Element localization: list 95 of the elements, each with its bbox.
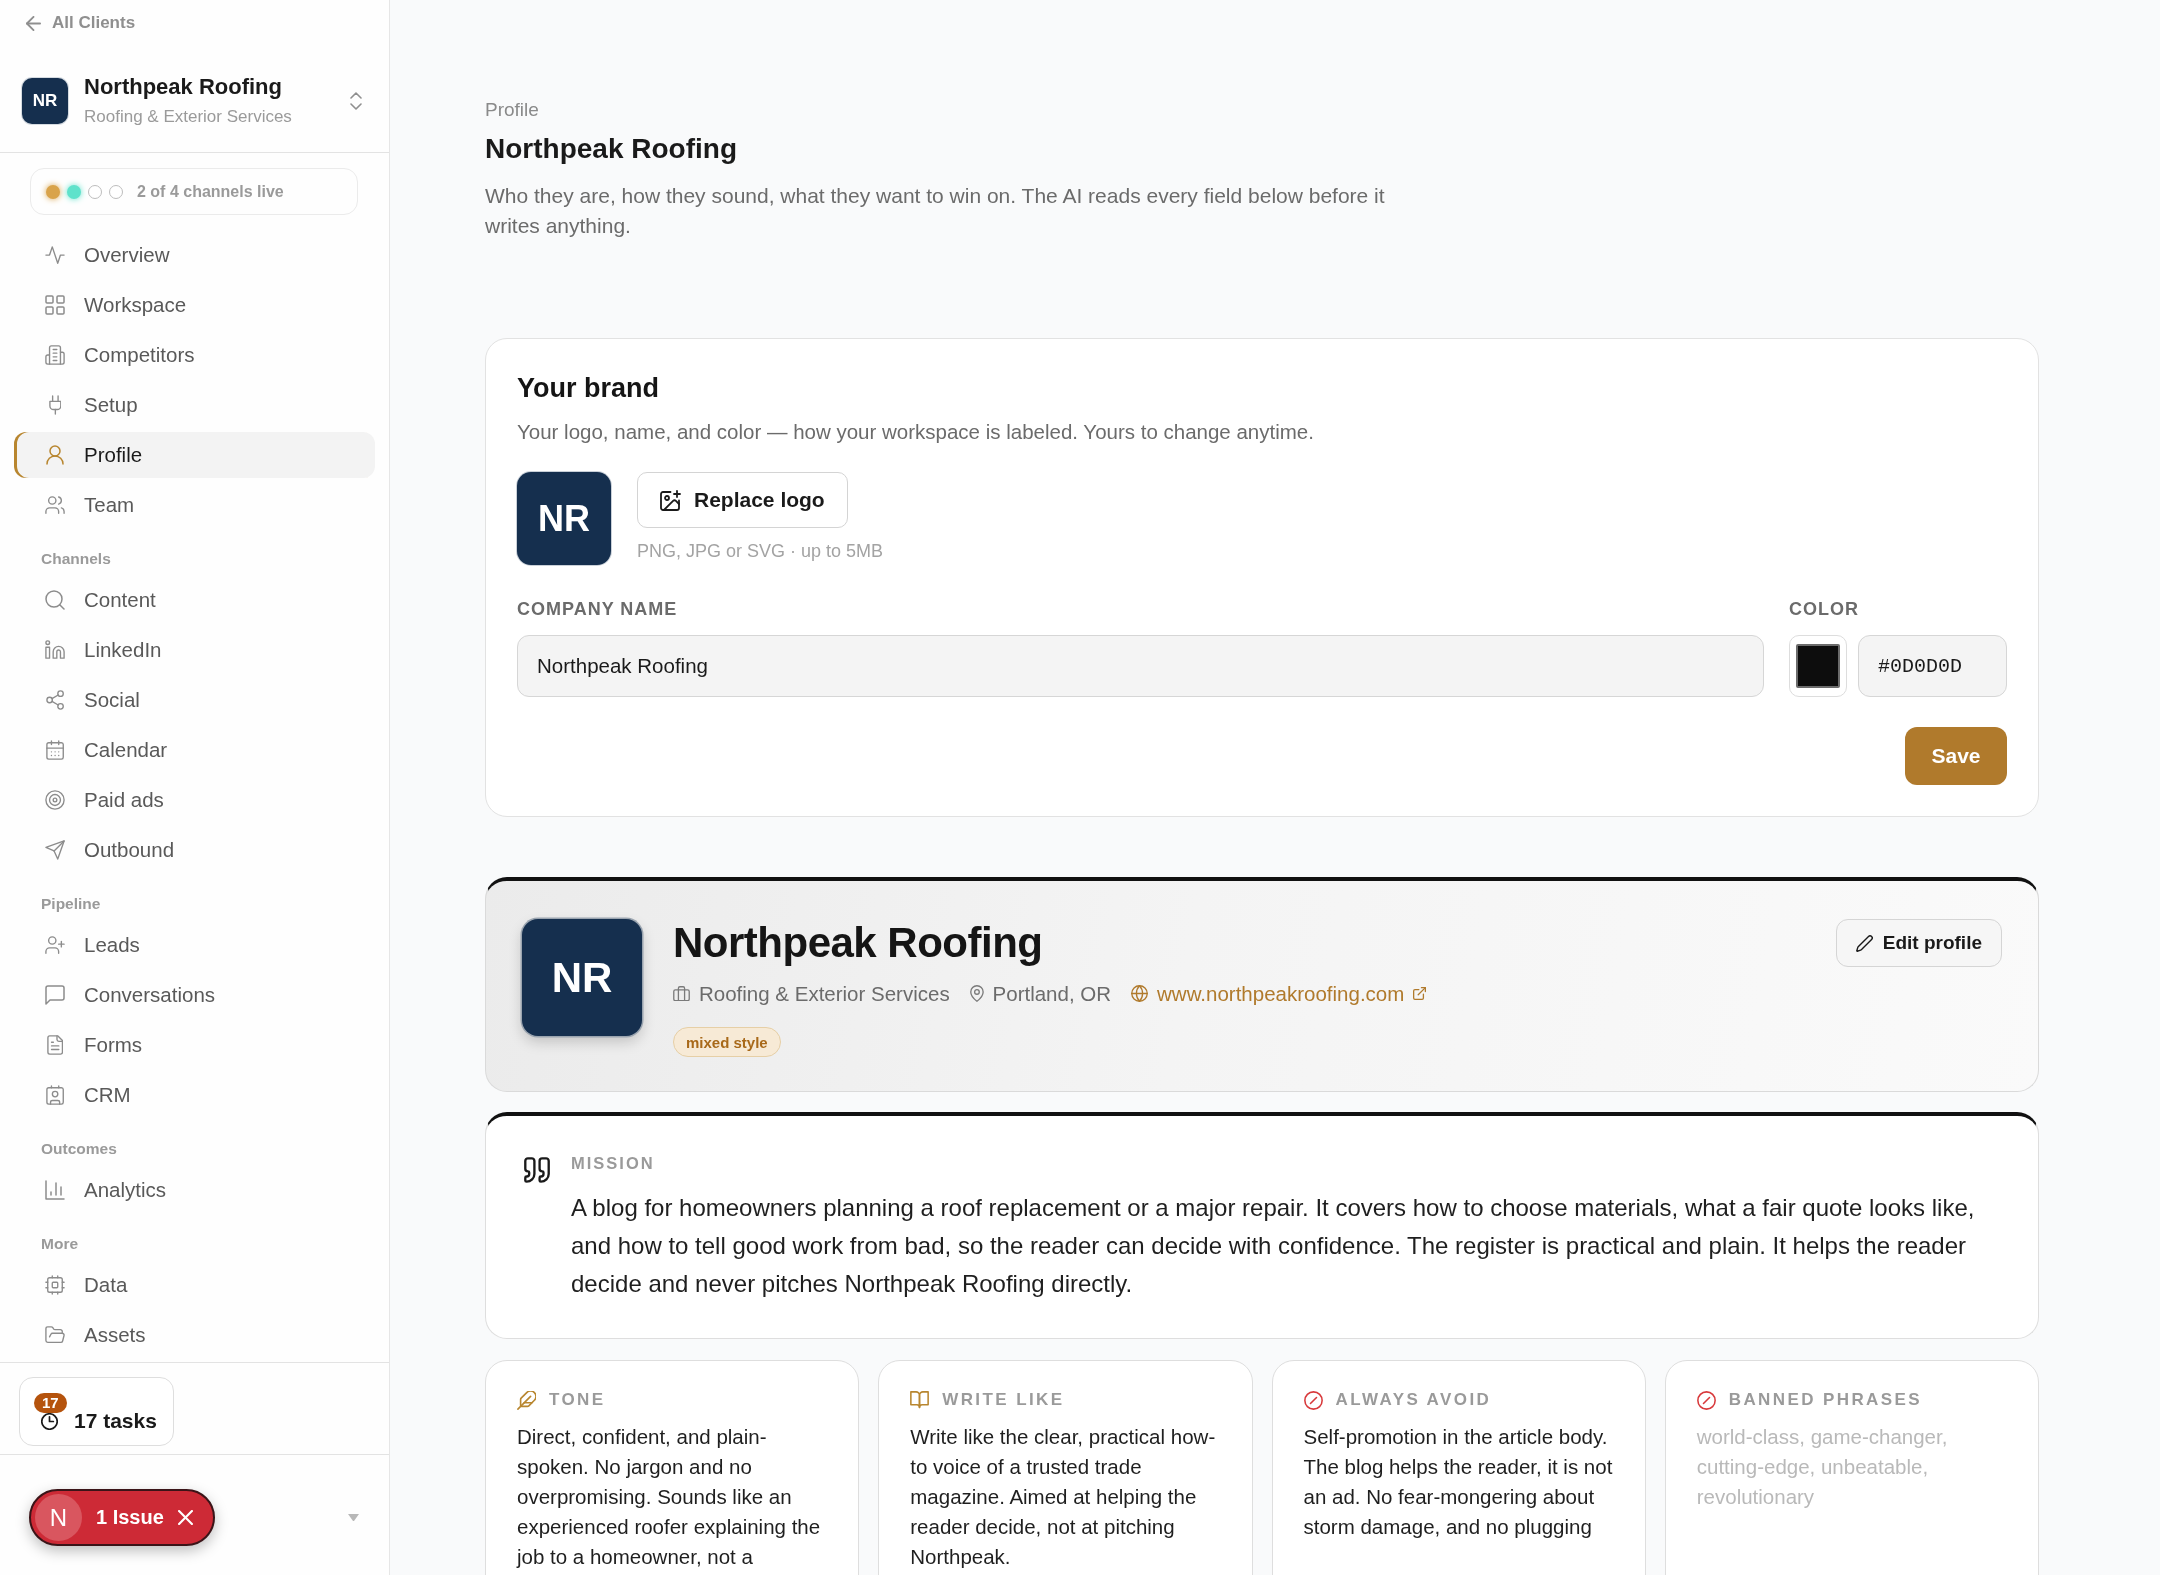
upload-hint: PNG, JPG or SVG · up to 5MB [637, 540, 884, 562]
pulse-icon [45, 245, 65, 265]
card-label: ALWAYS AVOID [1335, 1390, 1492, 1410]
section-heading: Outcomes [41, 1139, 117, 1159]
globe-icon [1131, 985, 1149, 1002]
card-subtitle: Your logo, name, and color — how your workspace is labeled. Yours to change anytime. [517, 419, 1315, 445]
nav-item[interactable]: Paid ads [14, 777, 375, 823]
nav-item[interactable]: Overview [14, 232, 375, 278]
guideline-text: Self-promotion in the article body. The blog helps the reader, it is not an ad. No fear-mongering about storm damage, and no plugging [1303, 1424, 1614, 1540]
company-name-input[interactable]: Northpeak Roofing [517, 635, 1764, 697]
search-icon [45, 590, 65, 610]
issues-button[interactable]: 1 Issue [96, 1506, 164, 1529]
replace-logo-button[interactable]: Replace logo [637, 472, 848, 528]
caret-down-icon[interactable] [348, 1513, 359, 1522]
field-label: COLOR [1789, 598, 1859, 620]
ban-icon [1303, 1390, 1323, 1410]
chat-bubble-icon [45, 985, 65, 1005]
hex-color-input[interactable]: #0D0D0D [1858, 635, 2007, 697]
industry-text: Roofing & Exterior Services [699, 981, 950, 1007]
nav-item[interactable]: Analytics [14, 1167, 375, 1213]
location-text: Portland, OR [992, 981, 1112, 1007]
add-person-icon [45, 935, 65, 955]
nav-item[interactable]: Conversations [14, 972, 375, 1018]
count-badge: 17 [34, 1393, 67, 1413]
style-tag: mixed style [673, 1027, 781, 1057]
nav-item[interactable]: Setup [14, 382, 375, 428]
nav-item[interactable]: Competitors [14, 332, 375, 378]
nav-item[interactable]: Social [14, 677, 375, 723]
logo-preview: NR [517, 472, 611, 565]
briefcase-icon [673, 985, 690, 1002]
section-heading: Channels [41, 549, 111, 569]
section-heading: Pipeline [41, 894, 101, 914]
nav-item[interactable]: Assets [14, 1312, 375, 1358]
calendar-icon [45, 740, 65, 760]
folder-icon [45, 1326, 65, 1344]
dev-tools-logo: N [35, 1494, 82, 1541]
ban-icon [1696, 1390, 1716, 1410]
section-label: MISSION [571, 1153, 655, 1173]
save-button[interactable]: Save [1905, 727, 2007, 785]
client-logo: NR [22, 77, 68, 124]
card-label: TONE [549, 1390, 606, 1410]
close-icon[interactable] [177, 1510, 193, 1525]
bar-chart-icon [45, 1180, 65, 1200]
map-pin-icon [969, 985, 984, 1002]
guideline-text: Write like the clear, practical how-to voice of a trusted trade magazine. Aimed at helping the reader decide, not at pitching Northpeak. [910, 1424, 1217, 1570]
client-name: Northpeak Roofing [84, 74, 283, 100]
company-name: Northpeak Roofing [673, 919, 1043, 967]
nav-item[interactable]: LinkedIn [14, 627, 375, 673]
nav-item[interactable]: Outbound [14, 827, 375, 873]
paper-plane-icon [45, 840, 65, 860]
plug-icon [48, 395, 62, 415]
open-book-icon [910, 1391, 930, 1409]
building-icon [45, 345, 65, 365]
arrow-left-icon [26, 15, 41, 31]
channel-status-text: 2 of 4 channels live [137, 182, 284, 201]
pencil-icon [1855, 934, 1873, 952]
people-icon [45, 495, 65, 515]
document-icon [46, 1035, 64, 1055]
nav-item[interactable]: Content [14, 577, 375, 623]
guideline-text: Direct, confident, and plain-spoken. No jargon and no overpromising. Sounds like an experienced roofer explaining the job to a homeowner, not a [517, 1424, 822, 1570]
grid-icon [45, 295, 65, 315]
card-title: Your brand [517, 372, 660, 404]
linkedin-icon [45, 640, 65, 660]
client-industry: Roofing & Exterior Services [84, 106, 293, 127]
nav-item[interactable]: Forms [14, 1022, 375, 1068]
nav-item[interactable]: CRM [14, 1072, 375, 1118]
color-swatch-button[interactable] [1789, 635, 1847, 697]
image-add-icon [660, 489, 681, 511]
nav-item[interactable]: Calendar [14, 727, 375, 773]
page-title: Northpeak Roofing [485, 132, 737, 166]
share-icon [45, 690, 65, 710]
section-heading: More [41, 1234, 79, 1254]
nav-item[interactable]: Workspace [14, 282, 375, 328]
page-eyebrow: Profile [485, 98, 539, 121]
nav-item[interactable]: Profile [14, 432, 375, 478]
edit-profile-button[interactable]: Edit profile [1835, 919, 2002, 967]
chip-icon [45, 1275, 65, 1295]
person-icon [46, 445, 64, 465]
card-label: WRITE LIKE [942, 1390, 1065, 1410]
page-description: Who they are, how they sound, what they want to win on. The AI reads every field below before it writes anything. [485, 183, 1386, 239]
mission-text: A blog for homeowners planning a roof replacement or a major repair. It covers how to choose materials, what a fair quote looks like, and how to tell good work from bad, so the reader can decide with confidence. The register is practical and plain. It helps the reader decide and never pitches Northpeak Roofing directly. [571, 1193, 1976, 1299]
nav-item[interactable]: Leads [14, 922, 375, 968]
field-label: COMPANY NAME [517, 598, 678, 620]
card-label: BANNED PHRASES [1728, 1390, 1922, 1410]
guideline-text: world-class, game-changer, cutting-edge, unbeatable, revolutionary [1696, 1424, 1949, 1510]
company-logo: NR [522, 919, 642, 1036]
target-icon [45, 790, 65, 810]
quote-icon [524, 1157, 550, 1183]
external-link-icon[interactable] [1413, 987, 1427, 1000]
contact-card-icon [45, 1085, 65, 1105]
nav-item[interactable]: Team [14, 482, 375, 528]
feather-icon [517, 1390, 536, 1410]
chevron-up-down-icon[interactable] [350, 91, 362, 110]
nav-item[interactable]: Data [14, 1262, 375, 1308]
clock-icon [41, 1412, 58, 1430]
